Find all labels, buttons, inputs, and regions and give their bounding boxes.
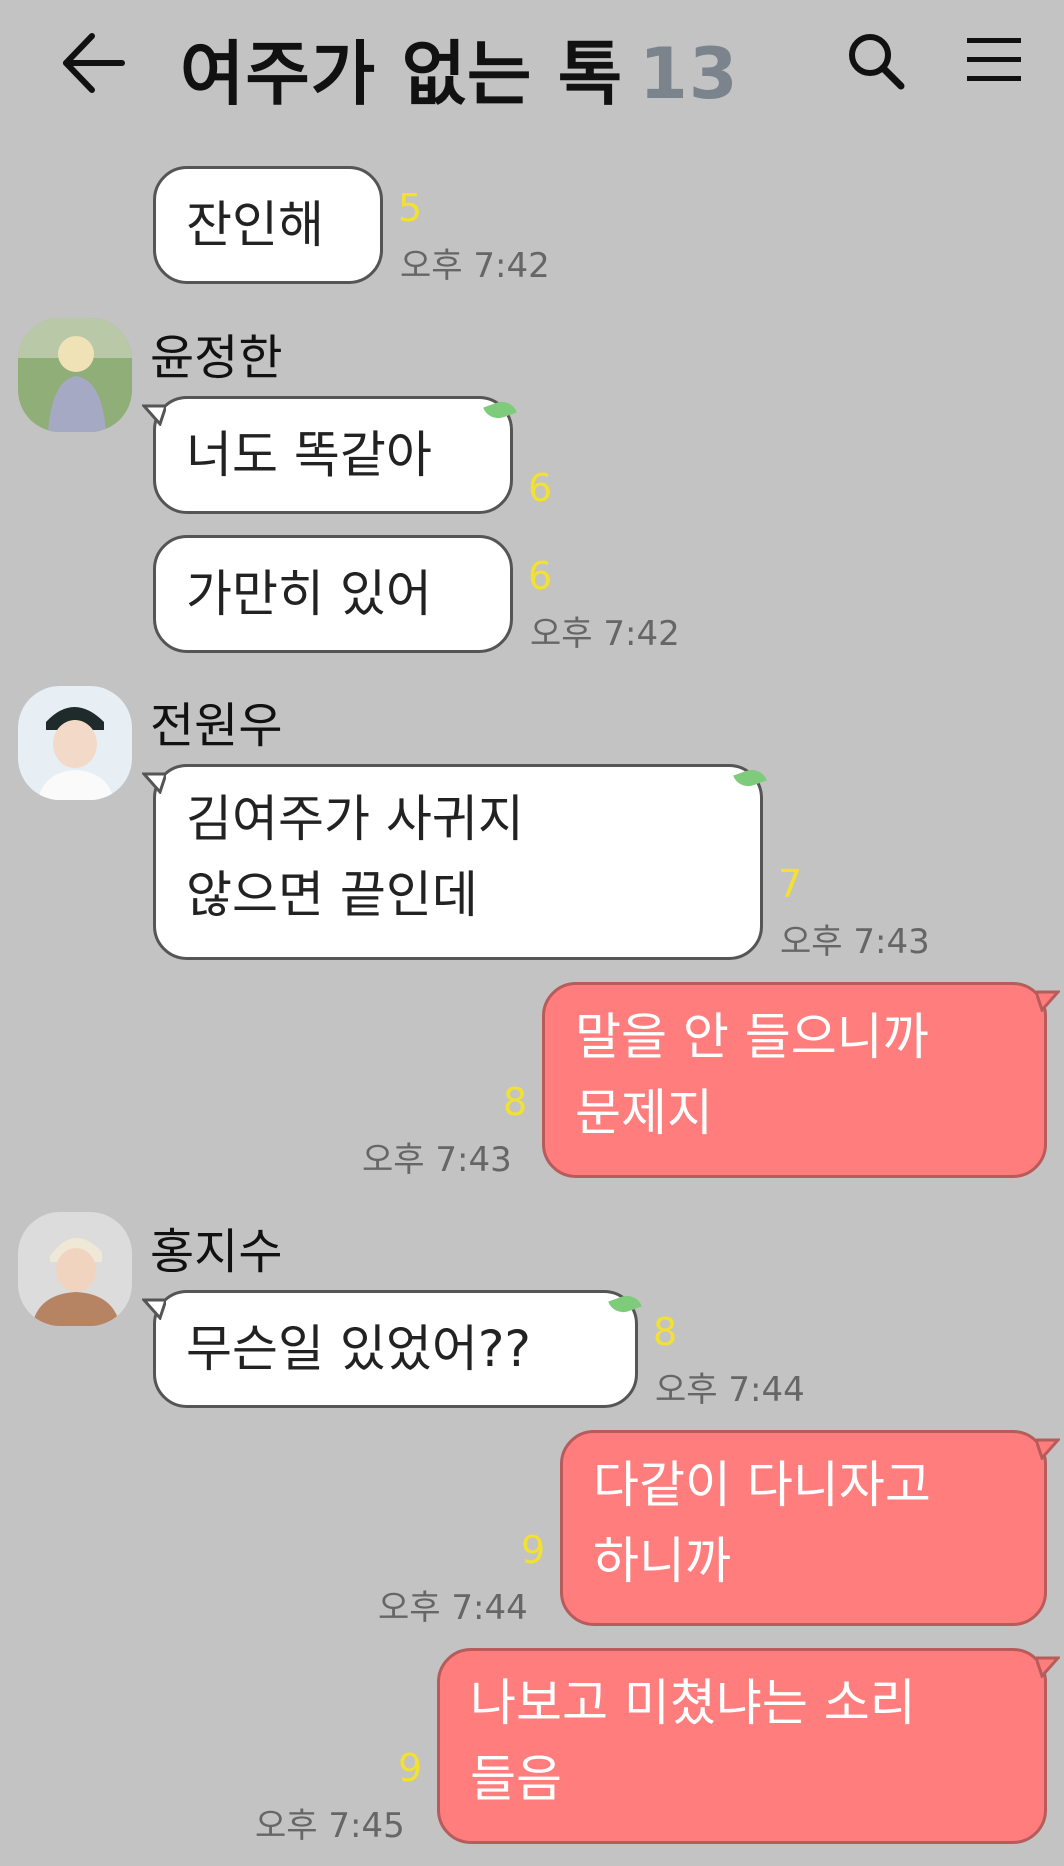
message-text-line: 김여주가 사귀지 [186,790,524,848]
sender-name: 홍지수 [150,1224,283,1280]
my-message-bubble[interactable]: 말을 안 들으니까 문제지 [542,982,1047,1178]
unread-count: 7 [778,862,803,906]
message-text: 잔인해 [186,196,324,254]
message-bubble[interactable]: 가만히 있어 [153,535,513,653]
chat-header: 여주가 없는 톡 13 [0,0,1064,130]
message-text: 무슨일 있었어?? [186,1320,531,1378]
search-icon[interactable] [845,30,907,92]
message-bubble[interactable]: 김여주가 사귀지 않으면 끝인데 [153,764,763,960]
message-text-line: 문제지 [575,1084,713,1142]
message-time: 오후 7:43 [780,922,930,962]
member-count: 13 [639,33,739,115]
message-time: 오후 7:42 [530,614,680,654]
profile-photo [18,686,132,800]
message-text-line: 말을 안 들으니까 [575,1008,929,1066]
message-text-line: 나보고 미쳤냐는 소리 [470,1674,916,1732]
bubble-tail [142,1298,166,1320]
bubble-tail [1036,1438,1060,1460]
unread-count: 8 [503,1080,528,1124]
avatar[interactable] [18,1212,132,1326]
unread-count: 9 [398,1746,423,1790]
message-text: 가만히 있어 [186,565,432,623]
message-bubble[interactable]: 너도 똑같아 [153,396,513,514]
sender-name: 전원우 [150,698,283,754]
profile-photo [18,1212,132,1326]
hamburger-menu-icon[interactable] [965,34,1023,86]
message-bubble[interactable]: 무슨일 있었어?? [153,1290,638,1408]
my-message-bubble[interactable]: 나보고 미쳤냐는 소리 들음 [437,1648,1047,1844]
message-time: 오후 7:44 [378,1588,528,1628]
message-time: 오후 7:45 [255,1806,405,1846]
chat-title: 여주가 없는 톡 13 [180,18,739,119]
bubble-tail [142,404,166,426]
chat-room-name: 여주가 없는 톡 [180,33,624,115]
unread-count: 5 [398,186,423,230]
bubble-tail [1036,1656,1060,1678]
message-time: 오후 7:43 [362,1140,512,1180]
bubble-tail [142,772,166,794]
message-text-line: 하니까 [593,1532,731,1590]
message-text-line: 않으면 끝인데 [186,866,478,924]
message-text-line: 다같이 다니자고 [593,1456,931,1514]
unread-count: 6 [528,554,553,598]
unread-count: 6 [528,466,553,510]
message-time: 오후 7:44 [655,1370,805,1410]
message-bubble[interactable]: 잔인해 [153,166,383,284]
unread-count: 9 [521,1528,546,1572]
message-time: 오후 7:42 [400,246,550,286]
profile-photo [18,318,132,432]
bubble-tail [1036,990,1060,1012]
sender-name: 윤정한 [150,330,283,386]
message-text-line: 들음 [470,1750,562,1808]
avatar[interactable] [18,318,132,432]
my-message-bubble[interactable]: 다같이 다니자고 하니까 [560,1430,1047,1626]
message-text: 너도 똑같아 [186,426,432,484]
avatar[interactable] [18,686,132,800]
arrow-left-icon[interactable] [58,30,128,96]
unread-count: 8 [653,1310,678,1354]
